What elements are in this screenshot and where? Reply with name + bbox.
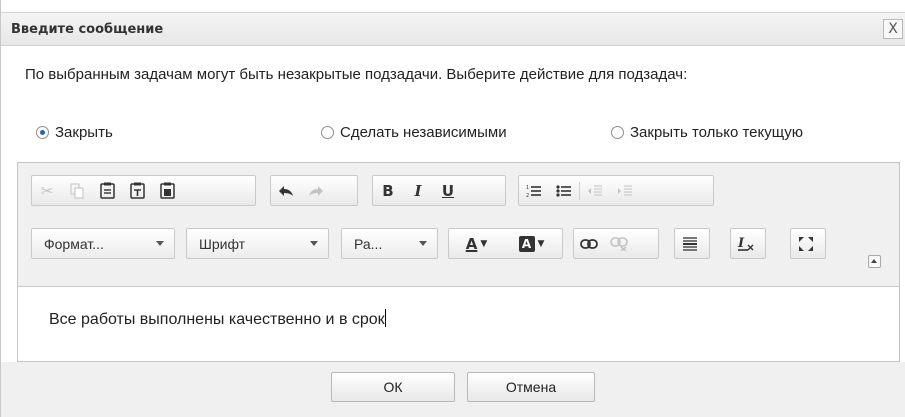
rich-text-editor: ✂ B I U 1 2 Формат... Шрифт Ра... A ▼ A … xyxy=(17,162,900,362)
paste-text-icon[interactable] xyxy=(122,177,152,204)
dialog-title: Введите сообщение xyxy=(11,22,164,37)
underline-button[interactable]: U xyxy=(433,177,463,204)
svg-text:1: 1 xyxy=(526,185,529,191)
italic-button[interactable]: I xyxy=(403,177,433,204)
indent-icon[interactable] xyxy=(610,177,640,204)
clipboard-group: ✂ xyxy=(31,175,256,206)
format-dropdown-label: Формат... xyxy=(44,235,104,252)
link-icon[interactable] xyxy=(574,230,604,257)
text-color-button[interactable]: A ▼ xyxy=(449,230,504,257)
radio-make-independent-label: Сделать независимыми xyxy=(340,123,507,141)
horizontal-rule-icon[interactable] xyxy=(675,230,705,257)
text-color-icon: A xyxy=(465,234,478,253)
bold-button[interactable]: B xyxy=(373,177,403,204)
remove-format-group: I xyxy=(730,228,766,259)
radio-close-label: Закрыть xyxy=(55,123,113,141)
maximize-icon[interactable] xyxy=(791,230,821,257)
svg-text:2: 2 xyxy=(526,193,529,198)
paste-icon[interactable] xyxy=(92,177,122,204)
radio-close-indicator[interactable] xyxy=(36,125,49,139)
radio-make-independent[interactable]: Сделать независимыми xyxy=(321,123,507,141)
background-color-icon: A xyxy=(518,235,535,252)
maximize-group xyxy=(790,228,826,259)
editor-content-text: Все работы выполнены качественно и в сро… xyxy=(49,309,386,329)
radio-close-current-only-label: Закрыть только текущую xyxy=(630,123,803,141)
size-dropdown-label: Ра... xyxy=(354,235,383,252)
message-dialog: Введите сообщение X По выбранным задачам… xyxy=(0,0,905,417)
chevron-down-icon xyxy=(156,241,164,246)
radio-close-current-only-indicator[interactable] xyxy=(611,125,624,139)
text-caret xyxy=(384,309,386,327)
bulleted-list-icon[interactable] xyxy=(549,177,579,204)
basic-styles-group: B I U xyxy=(372,175,506,206)
font-dropdown-label: Шрифт xyxy=(199,235,246,252)
radio-close-current-only[interactable]: Закрыть только текущую xyxy=(611,123,803,141)
close-icon[interactable]: X xyxy=(883,19,903,39)
dialog-message: По выбранным задачам могут быть незакрыт… xyxy=(25,66,688,83)
radio-close[interactable]: Закрыть xyxy=(36,123,113,141)
background-color-button[interactable]: A ▼ xyxy=(504,230,559,257)
copy-icon[interactable] xyxy=(62,177,92,204)
list-group: 12 xyxy=(518,175,714,206)
undo-icon[interactable] xyxy=(271,177,301,204)
size-dropdown[interactable]: Ра... xyxy=(341,228,438,259)
radio-make-independent-indicator[interactable] xyxy=(321,125,334,139)
horizontal-rule-group xyxy=(674,228,710,259)
history-group xyxy=(270,175,358,206)
editor-content-area[interactable]: Все работы выполнены качественно и в сро… xyxy=(18,286,899,361)
link-group xyxy=(573,228,659,259)
color-group: A ▼ A ▼ xyxy=(448,228,563,259)
numbered-list-icon[interactable]: 12 xyxy=(519,177,549,204)
dialog-footer: ОК Отмена xyxy=(1,362,905,417)
format-dropdown[interactable]: Формат... xyxy=(31,228,175,259)
chevron-down-icon: ▼ xyxy=(480,238,488,249)
cancel-button[interactable]: Отмена xyxy=(467,372,595,402)
unlink-icon[interactable] xyxy=(604,230,634,257)
chevron-down-icon: ▼ xyxy=(537,238,545,249)
chevron-down-icon xyxy=(310,241,318,246)
font-dropdown[interactable]: Шрифт xyxy=(186,228,329,259)
ok-button[interactable]: ОК xyxy=(331,372,455,402)
cut-icon[interactable]: ✂ xyxy=(32,177,62,204)
chevron-down-icon xyxy=(419,241,427,246)
svg-text:I: I xyxy=(737,236,745,251)
redo-icon[interactable] xyxy=(301,177,331,204)
editor-content-value: Все работы выполнены качественно и в сро… xyxy=(49,311,385,328)
paste-word-icon[interactable] xyxy=(152,177,182,204)
remove-format-icon[interactable]: I xyxy=(731,230,761,257)
dialog-titlebar: Введите сообщение X xyxy=(1,12,905,46)
collapse-toolbar-icon[interactable] xyxy=(868,255,881,268)
outdent-icon[interactable] xyxy=(580,177,610,204)
